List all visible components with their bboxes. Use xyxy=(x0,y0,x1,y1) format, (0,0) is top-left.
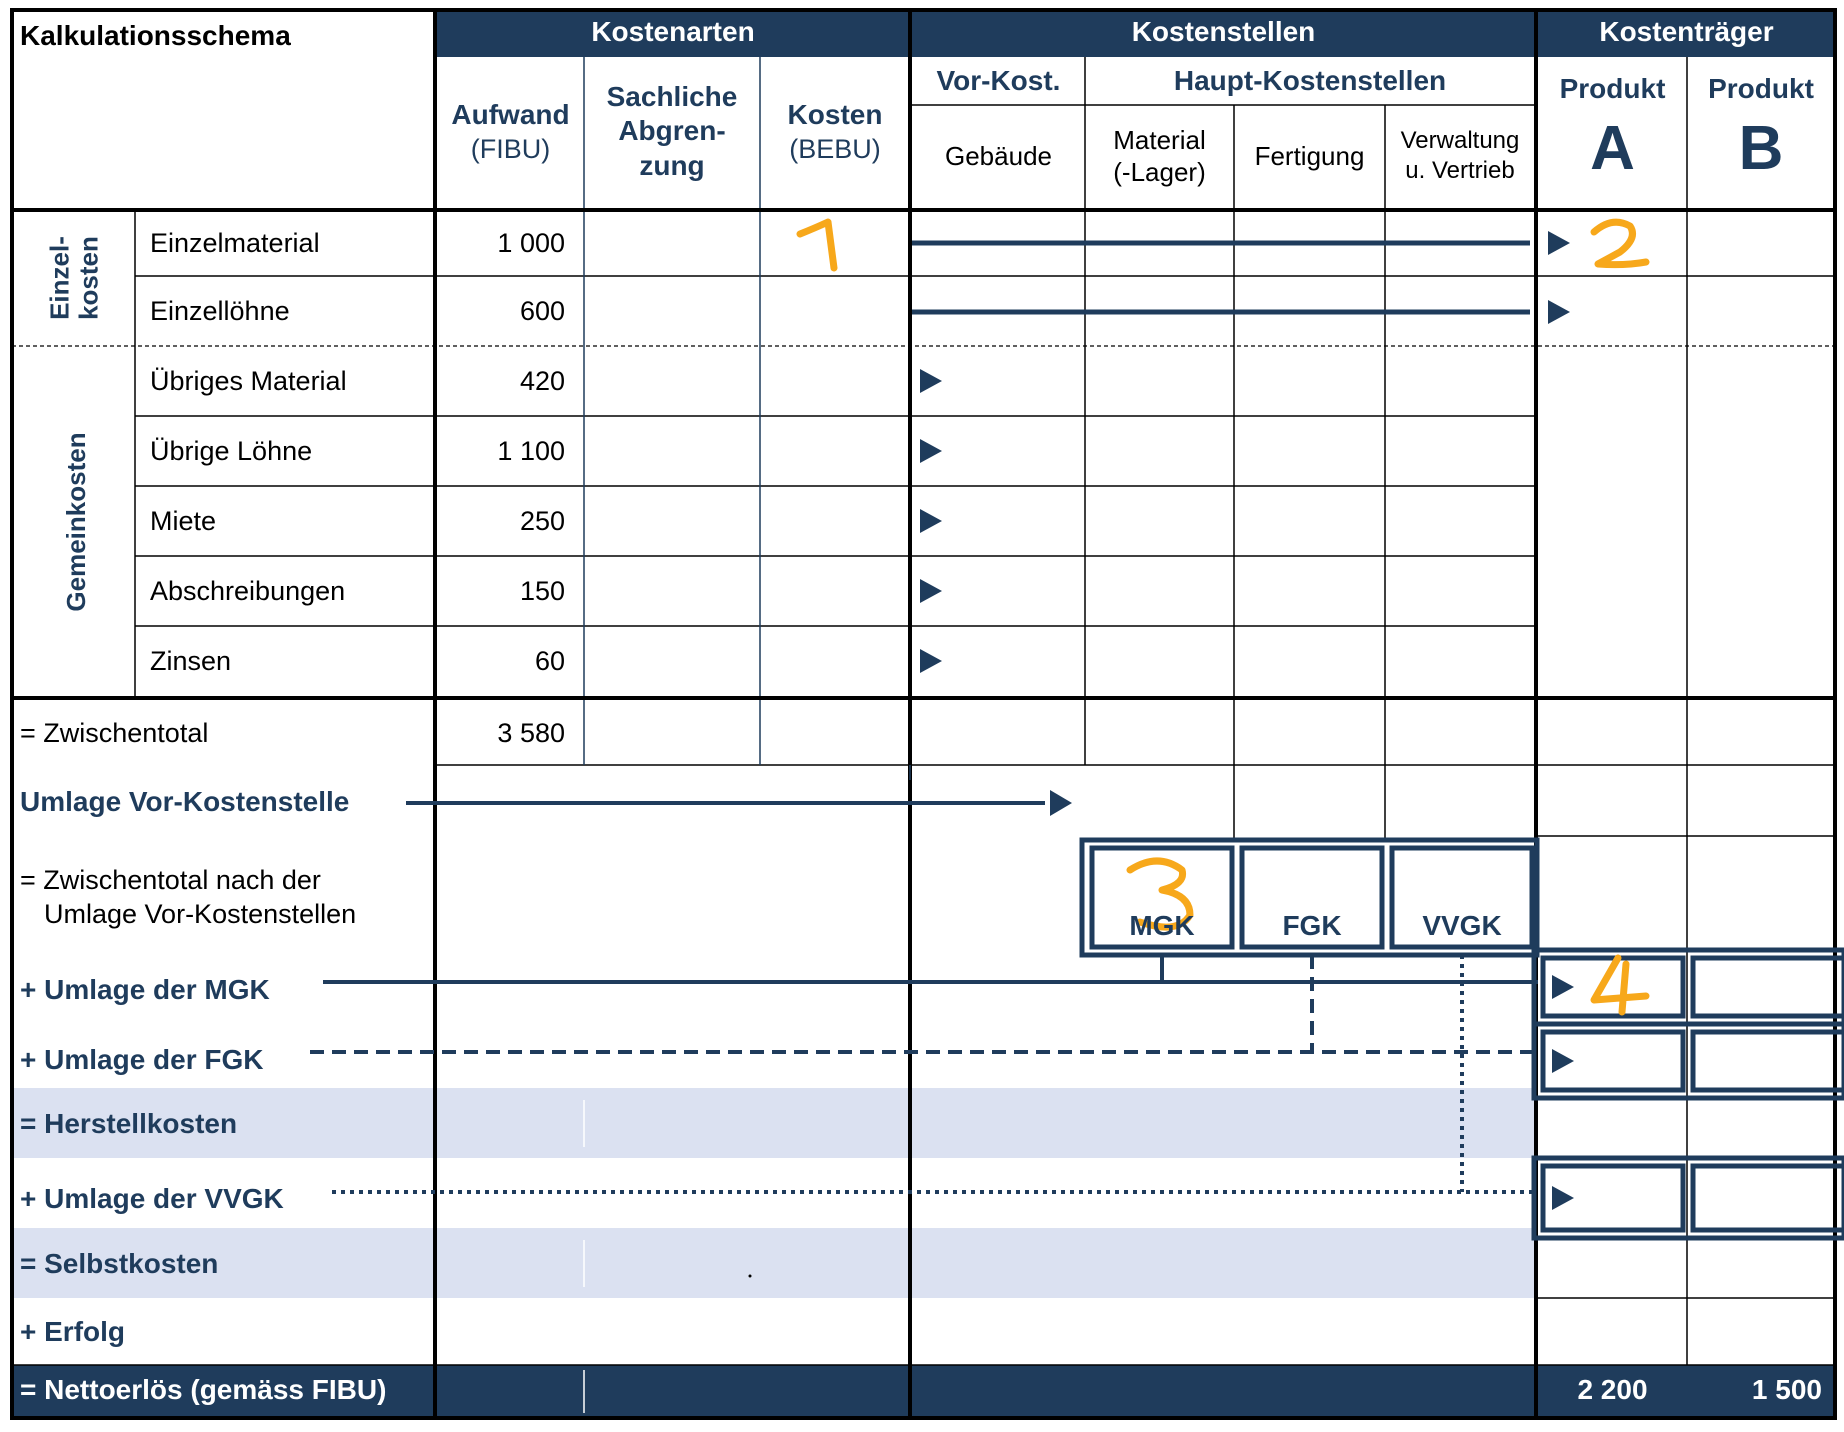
umlage-fgk-label: + Umlage der FGK xyxy=(20,1044,264,1075)
col-gebaeude: Gebäude xyxy=(945,141,1052,171)
col-verwaltung-1: Verwaltung xyxy=(1400,127,1520,154)
annotation-2 xyxy=(1590,218,1650,269)
box-vvgk-label: VVGK xyxy=(1422,910,1502,941)
side-label-einzelkosten-2: kosten xyxy=(73,236,103,320)
col-sachliche-1: Sachliche xyxy=(606,81,738,112)
row-label: Übriges Material xyxy=(150,366,347,396)
table-grid xyxy=(10,8,1844,1420)
col-produkt-a-letter: A xyxy=(1590,114,1635,183)
col-aufwand: Aufwand xyxy=(451,99,570,130)
row-aufwand: 420 xyxy=(519,366,565,396)
umlage-vvgk-label: + Umlage der VVGK xyxy=(20,1183,284,1214)
row-aufwand: 250 xyxy=(519,506,565,536)
col-material-2: (-Lager) xyxy=(1113,157,1206,187)
zwischentotal-label: = Zwischentotal xyxy=(20,718,209,748)
row-aufwand: 150 xyxy=(519,576,565,606)
col-haupt-kostenstellen: Haupt-Kostenstellen xyxy=(1173,65,1447,96)
group-kostentraeger: Kostenträger xyxy=(1599,16,1774,47)
row-aufwand: 1 000 xyxy=(497,228,565,258)
col-verwaltung-2: u. Vertrieb xyxy=(1405,157,1515,184)
umlage-mgk-label: + Umlage der MGK xyxy=(20,974,270,1005)
box-fgk-label: FGK xyxy=(1282,910,1342,941)
group-kostenstellen: Kostenstellen xyxy=(1131,16,1316,47)
col-sachliche-2: Abgren- xyxy=(618,115,726,146)
annotation-4 xyxy=(1590,954,1650,1016)
col-kosten: Kosten xyxy=(787,99,883,130)
row-label: Übrige Löhne xyxy=(150,436,313,466)
row-aufwand: 600 xyxy=(519,296,565,326)
calculation-sheet: Kalkulationsschema Kostenarten Kostenste… xyxy=(0,0,1844,1432)
zwischentotal-nach-label-1: = Zwischentotal nach der xyxy=(20,865,321,895)
page-title: Kalkulationsschema xyxy=(20,20,291,51)
side-label-gemeinkosten: Gemeinkosten xyxy=(61,432,92,612)
row-label: Miete xyxy=(150,506,217,536)
group-kostenarten: Kostenarten xyxy=(591,16,755,47)
row-aufwand: 1 100 xyxy=(497,436,565,466)
zwischentotal-value: 3 580 xyxy=(497,718,565,748)
col-material-1: Material xyxy=(1113,125,1206,155)
col-produkt-a-label: Produkt xyxy=(1559,73,1666,104)
row-label: Zinsen xyxy=(150,646,232,676)
nettoerloes-produkt-b: 1 500 xyxy=(1751,1374,1822,1405)
umlage-vor-label: Umlage Vor-Kostenstelle xyxy=(20,786,350,817)
nettoerloes-produkt-a: 2 200 xyxy=(1577,1374,1648,1405)
col-produkt-b-label: Produkt xyxy=(1708,73,1814,104)
box-mgk-label: MGK xyxy=(1129,910,1195,941)
selbstkosten-label: = Selbstkosten xyxy=(20,1248,219,1279)
col-aufwand-sub: (FIBU) xyxy=(470,134,551,164)
zwischentotal-nach-label-2: Umlage Vor-Kostenstellen xyxy=(44,899,357,929)
erfolg-label: + Erfolg xyxy=(20,1316,126,1347)
nettoerloes-label: = Nettoerlös (gemäss FIBU) xyxy=(20,1374,387,1405)
annotation-1 xyxy=(796,218,838,272)
side-label-einzelkosten-1: Einzel- xyxy=(44,236,75,320)
row-label: Abschreibungen xyxy=(150,576,346,606)
col-fertigung: Fertigung xyxy=(1254,141,1365,171)
col-kosten-sub: (BEBU) xyxy=(789,134,881,164)
herstellkosten-label: = Herstellkosten xyxy=(20,1108,238,1139)
row-label: Einzelmaterial xyxy=(150,228,320,258)
herstellkosten-band xyxy=(12,1088,1535,1158)
col-vor-kost: Vor-Kost. xyxy=(936,65,1061,96)
col-sachliche-3: zung xyxy=(639,150,705,181)
row-aufwand: 60 xyxy=(534,646,565,676)
row-label: Einzellöhne xyxy=(150,296,290,326)
side-label-einzelkosten: Einzel- kosten xyxy=(44,236,103,320)
selbstkosten-band xyxy=(12,1228,1535,1298)
col-produkt-b-letter: B xyxy=(1738,114,1784,183)
